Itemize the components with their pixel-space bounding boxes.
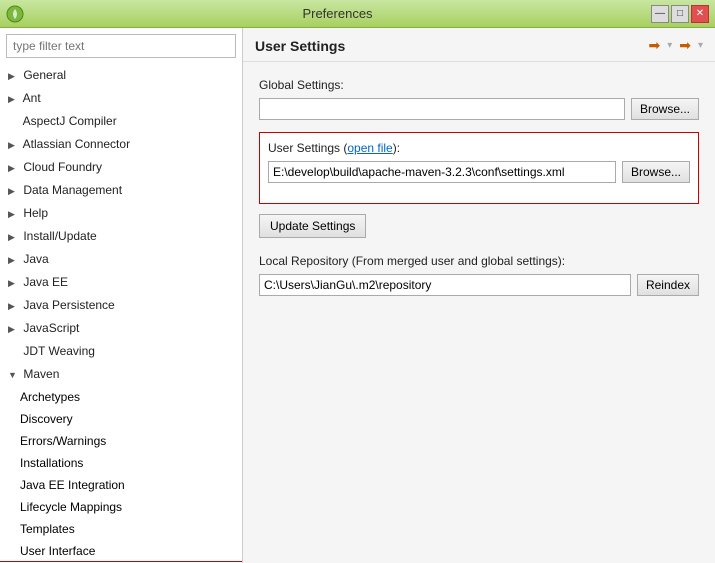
arrow-icon xyxy=(8,113,20,131)
sidebar-item-label: Java Persistence xyxy=(23,298,114,312)
arrow-icon: ▶ xyxy=(8,274,20,292)
sidebar-item-label: JDT Weaving xyxy=(23,344,95,358)
sidebar-item-label: Java EE Integration xyxy=(20,478,125,492)
sidebar-item-label: Data Management xyxy=(23,183,122,197)
sep2: ▾ xyxy=(698,40,703,51)
sidebar-item-installupdater[interactable]: ▶ Install/Update xyxy=(0,225,242,248)
content-area: User Settings ➡ ▾ ➡ ▾ Global Settings: B… xyxy=(243,28,715,563)
sidebar-item-maven[interactable]: ▼ Maven xyxy=(0,363,242,386)
sidebar-item-label: Ant xyxy=(23,91,41,105)
user-settings-input-row: Browse... xyxy=(268,161,690,183)
header-icons: ➡ ▾ ➡ ▾ xyxy=(645,36,703,55)
global-settings-label: Global Settings: xyxy=(259,78,699,92)
sidebar-item-cloudfoundry[interactable]: ▶ Cloud Foundry xyxy=(0,156,242,179)
global-browse-button[interactable]: Browse... xyxy=(631,98,699,120)
sidebar-item-label: Lifecycle Mappings xyxy=(20,500,122,514)
close-button[interactable]: ✕ xyxy=(691,5,709,23)
sidebar-item-label: Cloud Foundry xyxy=(23,160,102,174)
user-settings-input[interactable] xyxy=(268,161,616,183)
arrow-icon: ▶ xyxy=(8,205,20,223)
sidebar-item-installations[interactable]: Installations xyxy=(0,452,242,474)
sidebar-item-label: Maven xyxy=(23,367,59,381)
tree-container: ▶ General ▶ Ant AspectJ Compiler ▶ Atlas… xyxy=(0,64,242,563)
sidebar-item-lifecyclemappings[interactable]: Lifecycle Mappings xyxy=(0,496,242,518)
arrow-icon: ▶ xyxy=(8,251,20,269)
sidebar-item-jdtweaving[interactable]: JDT Weaving xyxy=(0,340,242,363)
window-controls: — □ ✕ xyxy=(651,5,709,23)
app-icon xyxy=(6,5,24,23)
global-settings-input[interactable] xyxy=(259,98,625,120)
arrow-icon: ▶ xyxy=(8,182,20,200)
page-title: User Settings xyxy=(255,38,345,54)
sidebar-item-label: Help xyxy=(23,206,48,220)
arrow-icon: ▶ xyxy=(8,159,20,177)
reindex-button[interactable]: Reindex xyxy=(637,274,699,296)
sidebar-item-label: Java EE xyxy=(23,275,68,289)
global-settings-row: Browse... xyxy=(259,98,699,120)
sidebar-item-label: Errors/Warnings xyxy=(20,434,106,448)
content-header: User Settings ➡ ▾ ➡ ▾ xyxy=(243,28,715,62)
user-settings-box: User Settings (open file): Browse... xyxy=(259,132,699,204)
sidebar-item-label: General xyxy=(23,68,66,82)
minimize-button[interactable]: — xyxy=(651,5,669,23)
user-browse-button[interactable]: Browse... xyxy=(622,161,690,183)
arrow-icon: ▶ xyxy=(8,228,20,246)
sidebar-item-javaeeintegration[interactable]: Java EE Integration xyxy=(0,474,242,496)
sidebar-item-javascript[interactable]: ▶ JavaScript xyxy=(0,317,242,340)
main-container: ▶ General ▶ Ant AspectJ Compiler ▶ Atlas… xyxy=(0,28,715,563)
arrow-icon: ▶ xyxy=(8,320,20,338)
arrow-icon: ▶ xyxy=(8,90,20,108)
sidebar-item-label: Atlassian Connector xyxy=(23,137,130,151)
content-body: Global Settings: Browse... User Settings… xyxy=(243,62,715,563)
arrow-icon xyxy=(8,343,20,361)
sidebar-item-javaee[interactable]: ▶ Java EE xyxy=(0,271,242,294)
sidebar-item-label: User Interface xyxy=(20,544,95,558)
sidebar-item-label: Archetypes xyxy=(20,390,80,404)
sidebar-item-label: AspectJ Compiler xyxy=(23,114,117,128)
sidebar-item-errorswarnings[interactable]: Errors/Warnings xyxy=(0,430,242,452)
open-file-link[interactable]: open file xyxy=(347,141,392,155)
sidebar-item-discovery[interactable]: Discovery xyxy=(0,408,242,430)
sidebar-item-label: Templates xyxy=(20,522,75,536)
arrow-icon: ▶ xyxy=(8,297,20,315)
arrow-icon: ▶ xyxy=(8,136,20,154)
back-icon[interactable]: ➡ xyxy=(645,36,663,55)
sidebar-item-userinterface[interactable]: User Interface xyxy=(0,540,242,562)
arrow-icon: ▶ xyxy=(8,67,20,85)
user-settings-text: User Settings ( xyxy=(268,141,347,155)
sidebar-item-label: Discovery xyxy=(20,412,73,426)
sidebar-item-javapersistence[interactable]: ▶ Java Persistence xyxy=(0,294,242,317)
sidebar-item-label: Installations xyxy=(20,456,83,470)
user-settings-text-end: ): xyxy=(393,141,400,155)
sidebar-item-aspectj[interactable]: AspectJ Compiler xyxy=(0,110,242,133)
sidebar-item-ant[interactable]: ▶ Ant xyxy=(0,87,242,110)
sidebar-item-templates[interactable]: Templates xyxy=(0,518,242,540)
local-repo-row: Reindex xyxy=(259,274,699,296)
window-title: Preferences xyxy=(24,6,651,21)
sep1: ▾ xyxy=(667,40,672,51)
sidebar-item-label: Java xyxy=(23,252,48,266)
maximize-button[interactable]: □ xyxy=(671,5,689,23)
sidebar-item-atlassian[interactable]: ▶ Atlassian Connector xyxy=(0,133,242,156)
sidebar: ▶ General ▶ Ant AspectJ Compiler ▶ Atlas… xyxy=(0,28,243,563)
forward-icon[interactable]: ➡ xyxy=(676,36,694,55)
sidebar-item-java[interactable]: ▶ Java xyxy=(0,248,242,271)
filter-input[interactable] xyxy=(6,34,236,58)
user-settings-label: User Settings (open file): xyxy=(268,141,690,155)
sidebar-item-archetypes[interactable]: Archetypes xyxy=(0,386,242,408)
sidebar-item-label: Install/Update xyxy=(23,229,96,243)
local-repo-label: Local Repository (From merged user and g… xyxy=(259,254,699,268)
arrow-icon: ▼ xyxy=(8,366,20,384)
update-settings-button[interactable]: Update Settings xyxy=(259,214,366,238)
title-bar: Preferences — □ ✕ xyxy=(0,0,715,28)
sidebar-item-help[interactable]: ▶ Help xyxy=(0,202,242,225)
sidebar-item-datamanagement[interactable]: ▶ Data Management xyxy=(0,179,242,202)
sidebar-item-general[interactable]: ▶ General xyxy=(0,64,242,87)
sidebar-item-label: JavaScript xyxy=(23,321,79,335)
local-repo-input[interactable] xyxy=(259,274,631,296)
